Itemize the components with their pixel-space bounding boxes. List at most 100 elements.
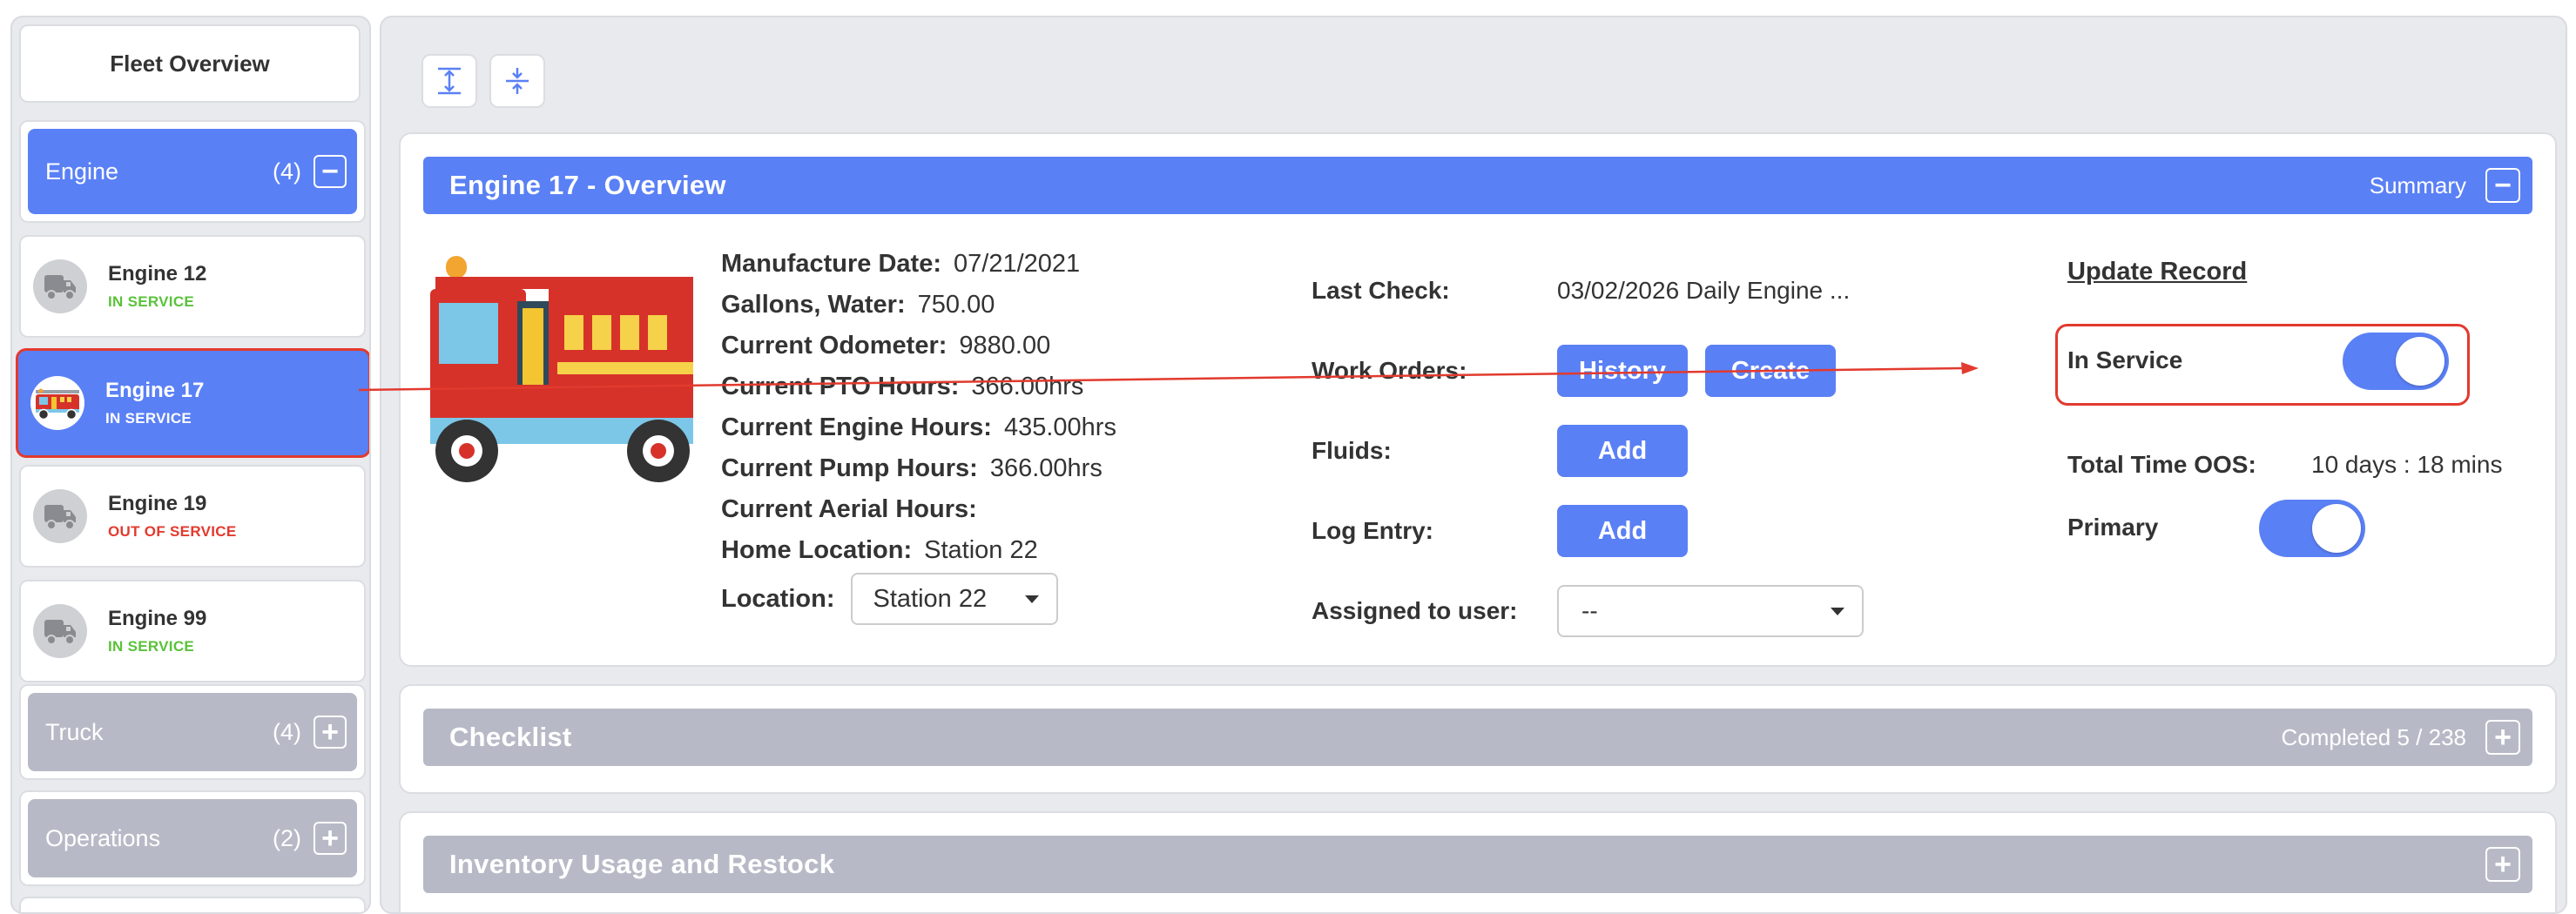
detail-row: Current PTO Hours: 366.00hrs xyxy=(721,366,1209,407)
unit-card-engine-19[interactable]: Engine 19 OUT OF SERVICE xyxy=(19,465,366,568)
expand-icon[interactable]: + xyxy=(314,716,347,749)
detail-row: Current Aerial Hours: xyxy=(721,489,1209,530)
detail-label: Current Pump Hours: xyxy=(721,454,978,482)
last-check-row: Last Check: 03/02/2026 Daily Engine ... xyxy=(1312,251,1956,331)
work-orders-row: Work Orders: History Create xyxy=(1312,331,1956,411)
in-service-toggle[interactable] xyxy=(2343,333,2449,390)
category-label: Truck xyxy=(45,718,104,745)
panel-title: Inventory Usage and Restock xyxy=(449,849,835,879)
unit-card-engine-12[interactable]: Engine 12 IN SERVICE xyxy=(19,235,366,338)
expand-all-button[interactable] xyxy=(421,54,477,108)
unit-card-engine-17[interactable]: Engine 17 IN SERVICE xyxy=(16,348,369,458)
location-label: Location: xyxy=(721,584,835,613)
add-log-entry-button[interactable]: Add xyxy=(1557,505,1688,557)
in-service-label: In Service xyxy=(2067,346,2183,373)
unit-name: Engine 17 xyxy=(105,379,205,402)
chevron-down-icon xyxy=(1831,607,1844,615)
expand-icon[interactable]: + xyxy=(2485,720,2520,755)
detail-value: 750.00 xyxy=(917,291,995,319)
category-operations-header[interactable]: Operations (2) + xyxy=(28,799,357,877)
engine-image xyxy=(430,254,693,491)
fluids-row: Fluids: Add xyxy=(1312,411,1956,491)
location-row: Location: Station 22 xyxy=(721,571,1209,627)
oos-label: Total Time OOS: xyxy=(2067,451,2256,478)
detail-value: 435.00hrs xyxy=(1003,413,1116,441)
overview-panel: Engine 17 - Overview Summary − Manufactu… xyxy=(399,132,2557,667)
history-button[interactable]: History xyxy=(1557,345,1688,397)
expand-icon[interactable]: + xyxy=(314,822,347,855)
unit-name: Engine 12 xyxy=(108,262,207,286)
unit-name: Engine 19 xyxy=(108,492,207,515)
detail-value: 366.00hrs xyxy=(989,454,1103,482)
status-badge: IN SERVICE xyxy=(108,638,195,655)
fire-truck-icon xyxy=(30,376,84,430)
log-entry-row: Log Entry: Add xyxy=(1312,491,1956,571)
category-truck-header[interactable]: Truck (4) + xyxy=(28,693,357,771)
category-count: (4) xyxy=(273,158,301,185)
collapse-icon[interactable]: − xyxy=(314,155,347,188)
category-engine-header[interactable]: Engine (4) − xyxy=(28,129,357,214)
detail-label: Home Location: xyxy=(721,536,913,564)
inventory-header[interactable]: Inventory Usage and Restock + xyxy=(423,836,2532,893)
detail-label: Current Odometer: xyxy=(721,332,947,360)
create-work-order-button[interactable]: Create xyxy=(1705,345,1836,397)
summary-label: Summary xyxy=(2369,171,2466,198)
detail-row: Current Pump Hours: 366.00hrs xyxy=(721,448,1209,489)
last-check-label: Last Check: xyxy=(1312,277,1450,304)
category-truck: Truck (4) + xyxy=(19,684,366,780)
unit-card-engine-99[interactable]: Engine 99 IN SERVICE xyxy=(19,580,366,682)
toggle-knob xyxy=(2312,504,2361,553)
fluids-label: Fluids: xyxy=(1312,437,1392,464)
checklist-status: Completed 5 / 238 xyxy=(2281,723,2466,750)
sidebar: Fleet Overview Engine (4) − Engine 12 IN… xyxy=(10,16,371,914)
log-entry-label: Log Entry: xyxy=(1312,517,1433,544)
assigned-label: Assigned to user: xyxy=(1312,597,1518,624)
collapse-all-button[interactable] xyxy=(489,54,545,108)
add-fluids-button[interactable]: Add xyxy=(1557,425,1688,477)
panel-title: Engine 17 - Overview xyxy=(449,170,726,200)
chevron-down-icon xyxy=(1024,595,1039,603)
collapse-icon[interactable]: − xyxy=(2485,168,2520,203)
expand-all-icon xyxy=(438,67,461,95)
checklist-header[interactable]: Checklist Completed 5 / 238 + xyxy=(423,709,2532,766)
primary-label: Primary xyxy=(2067,514,2159,541)
toggle-knob xyxy=(2396,337,2445,386)
detail-label: Current PTO Hours: xyxy=(721,373,960,400)
detail-label: Manufacture Date: xyxy=(721,250,941,278)
work-orders-label: Work Orders: xyxy=(1312,357,1467,384)
last-check-value[interactable]: 03/02/2026 Daily Engine ... xyxy=(1557,277,1850,305)
overview-header[interactable]: Engine 17 - Overview Summary − xyxy=(423,157,2532,214)
detail-label: Gallons, Water: xyxy=(721,291,906,319)
status-badge: OUT OF SERVICE xyxy=(108,523,237,540)
truck-icon xyxy=(33,604,87,658)
assigned-user-value: -- xyxy=(1581,597,1598,624)
detail-value: Station 22 xyxy=(924,536,1038,564)
detail-row: Manufacture Date: 07/21/2021 xyxy=(721,244,1209,285)
update-record-link[interactable]: Update Record xyxy=(2067,258,2247,286)
category-operations: Operations (2) + xyxy=(19,790,366,886)
category-count: (4) xyxy=(273,718,301,745)
category-engine: Engine (4) − xyxy=(19,120,366,223)
primary-toggle[interactable] xyxy=(2259,500,2365,557)
detail-row: Current Engine Hours: 435.00hrs xyxy=(721,407,1209,448)
collapse-all-icon xyxy=(506,68,529,94)
assigned-user-select[interactable]: -- xyxy=(1557,585,1864,637)
actions-column: Last Check: 03/02/2026 Daily Engine ... … xyxy=(1312,251,1956,651)
location-select[interactable]: Station 22 xyxy=(850,573,1058,625)
engine-details: Manufacture Date: 07/21/2021 Gallons, Wat… xyxy=(721,244,1209,627)
location-value: Station 22 xyxy=(873,584,988,613)
detail-row: Current Odometer: 9880.00 xyxy=(721,326,1209,366)
detail-row: Gallons, Water: 750.00 xyxy=(721,285,1209,326)
detail-value: 07/21/2021 xyxy=(954,250,1081,278)
detail-label: Current Engine Hours: xyxy=(721,413,992,441)
assigned-row: Assigned to user: -- xyxy=(1312,571,1956,651)
expand-icon[interactable]: + xyxy=(2485,847,2520,882)
category-next xyxy=(19,897,366,912)
fleet-overview-button[interactable]: Fleet Overview xyxy=(19,24,361,103)
inventory-panel: Inventory Usage and Restock + xyxy=(399,811,2557,912)
checklist-panel: Checklist Completed 5 / 238 + xyxy=(399,684,2557,794)
category-count: (2) xyxy=(273,824,301,851)
detail-value: 366.00hrs xyxy=(971,373,1084,400)
panel-title: Checklist xyxy=(449,722,572,752)
detail-row: Home Location: Station 22 xyxy=(721,530,1209,571)
